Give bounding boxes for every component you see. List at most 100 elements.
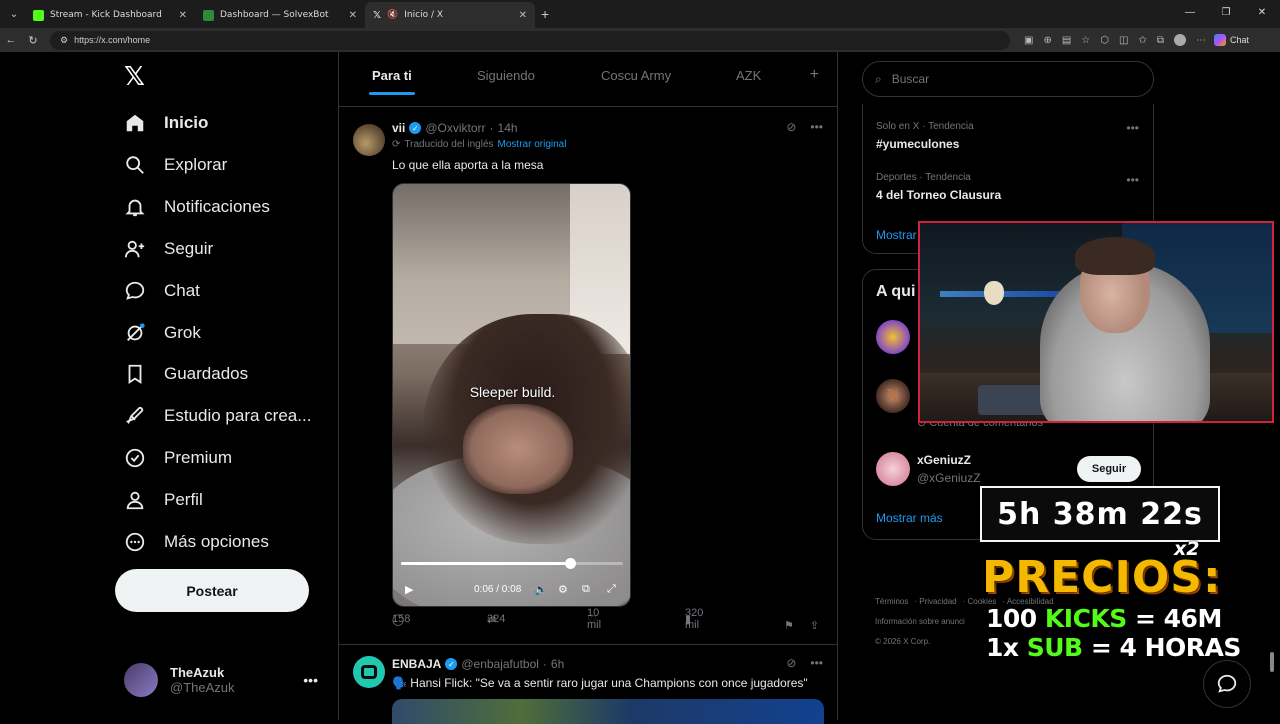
avatar[interactable] (876, 452, 910, 486)
author-avatar[interactable] (353, 656, 385, 688)
minimize-icon[interactable]: — (1172, 0, 1208, 28)
suggestion-name[interactable]: xGeniuzZ (917, 453, 971, 467)
tab-siguiendo[interactable]: Siguiendo (477, 68, 535, 83)
nav-item-guardados[interactable]: Guardados (124, 356, 248, 392)
author-handle[interactable]: @enbajafutbol (461, 657, 539, 671)
account-switcher[interactable]: TheAzuk @TheAzuk ••• (124, 660, 324, 700)
post-button[interactable]: Postear (115, 569, 309, 612)
nav-item-grok[interactable]: Grok (124, 315, 201, 351)
favorites-icon[interactable]: ✩ (1138, 35, 1146, 46)
footer-link[interactable]: Información sobre anunci (875, 617, 965, 626)
translate-icon: ⟳ (392, 139, 401, 150)
settings-more-icon[interactable]: ⋯ (1196, 35, 1206, 46)
trend-item[interactable]: Solo en X · Tendencia #yumeculones (876, 121, 974, 151)
close-tab-icon[interactable]: ✕ (349, 10, 357, 21)
more-icon[interactable]: ••• (810, 120, 823, 134)
split-screen-icon[interactable]: ◫ (1119, 35, 1128, 46)
x-logo-icon[interactable]: 𝕏 (124, 62, 145, 92)
grok-icon[interactable]: ⊘ (786, 120, 796, 134)
video-progress-bar[interactable] (401, 558, 623, 569)
more-icon[interactable]: ••• (1126, 121, 1139, 135)
copilot-chat-button[interactable]: Chat (1213, 34, 1249, 46)
price-highlight: KICKS (1044, 604, 1127, 633)
more-icon[interactable]: ••• (810, 656, 823, 670)
more-icon[interactable]: ••• (303, 672, 318, 688)
solvexbot-favicon-icon (203, 9, 214, 21)
add-tab-icon[interactable]: + (810, 66, 819, 84)
tab-actions-chevron-icon[interactable]: ⌄ (3, 4, 25, 24)
browser-tab-solvexbot[interactable]: Dashboard — SolvexBot ✕ (195, 2, 365, 28)
window-controls: — ❐ ✕ (1172, 0, 1280, 28)
new-tab-icon[interactable]: + (541, 6, 549, 22)
show-more-link[interactable]: Mostrar más (876, 511, 943, 525)
show-original-link[interactable]: Mostrar original (498, 139, 567, 150)
messages-fab[interactable] (1203, 660, 1251, 708)
nav-item-perfil[interactable]: Perfil (124, 482, 203, 518)
muted-speaker-icon[interactable]: 🔇 (387, 10, 398, 20)
scrollbar-thumb[interactable] (1270, 652, 1274, 672)
nav-item-más-opciones[interactable]: Más opciones (124, 524, 269, 560)
nav-item-premium[interactable]: Premium (124, 440, 232, 476)
trend-item[interactable]: Deportes · Tendencia 4 del Torneo Clausu… (876, 172, 1001, 202)
nav-item-explorar[interactable]: Explorar (124, 147, 227, 183)
reload-icon[interactable]: ↻ (22, 34, 44, 47)
fullscreen-icon[interactable]: ⤢ (607, 583, 616, 596)
follow-button[interactable]: Seguir (1077, 456, 1141, 482)
maximize-icon[interactable]: ❐ (1208, 0, 1244, 28)
post-media[interactable] (392, 699, 824, 724)
close-window-icon[interactable]: ✕ (1244, 0, 1280, 28)
copyright: © 2026 X Corp. (875, 637, 931, 646)
video-player[interactable]: Sleeper build. ▶ 0:06 / 0:08 🔈 ⚙ ⧉ ⤢ (392, 183, 631, 607)
page-scrollbar[interactable] (1270, 60, 1274, 672)
settings-icon[interactable]: ⚙ (558, 583, 568, 596)
extension-icon[interactable]: ⬡ (1100, 35, 1109, 46)
zoom-icon[interactable]: ⊕ (1043, 35, 1051, 46)
close-tab-icon[interactable]: ✕ (179, 10, 187, 21)
more-icon[interactable]: ••• (1126, 173, 1139, 187)
tab-para-ti[interactable]: Para ti (369, 68, 415, 95)
tab-title: Dashboard — SolvexBot (220, 10, 329, 20)
footer-link[interactable]: Privacidad (919, 597, 956, 606)
video-scrubber-handle[interactable] (564, 558, 576, 569)
profile-icon (124, 489, 146, 511)
url-field[interactable]: ⚙ https://x.com/home (50, 30, 1010, 50)
post-time[interactable]: 6h (551, 657, 564, 671)
play-icon[interactable]: ▶ (405, 583, 413, 596)
nav-item-estudio-para-crea[interactable]: Estudio para crea... (124, 398, 311, 434)
avatar[interactable] (876, 320, 910, 354)
share-icon[interactable]: ⇪ (810, 619, 819, 632)
author-handle[interactable]: @Oxviktorr (425, 121, 485, 135)
author-name[interactable]: vii (392, 121, 405, 135)
nav-item-notificaciones[interactable]: Notificaciones (124, 189, 270, 225)
author-name[interactable]: ENBAJA (392, 657, 441, 671)
reader-icon[interactable]: ▤ (1062, 35, 1071, 46)
author-avatar[interactable] (353, 124, 385, 156)
nav-item-inicio[interactable]: Inicio (124, 105, 208, 141)
close-tab-icon[interactable]: ✕ (519, 10, 527, 21)
app-icon[interactable]: ▣ (1024, 35, 1033, 46)
favorite-star-icon[interactable]: ☆ (1081, 35, 1090, 46)
search-input[interactable]: ⌕ Buscar (862, 61, 1154, 97)
nav-item-chat[interactable]: Chat (124, 273, 200, 309)
grok-icon[interactable]: ⊘ (786, 656, 796, 670)
search-icon (124, 154, 146, 176)
profile-avatar-icon[interactable] (1173, 34, 1186, 46)
collections-icon[interactable]: ⧉ (1157, 35, 1164, 46)
picture-in-picture-icon[interactable]: ⧉ (582, 583, 590, 596)
more-icon (124, 531, 146, 553)
bookmark-icon[interactable]: ⚑ (784, 619, 794, 632)
tab-azk[interactable]: AZK (736, 68, 761, 83)
browser-tab-x[interactable]: 𝕏 🔇 Inicio / X ✕ (365, 2, 535, 28)
suggestion-handle[interactable]: @xGeniuzZ (917, 471, 981, 485)
avatar[interactable]: 𝕏 (876, 379, 910, 413)
post-time[interactable]: 14h (498, 121, 518, 135)
volume-icon[interactable]: 🔈 (534, 583, 548, 596)
back-icon[interactable]: ← (0, 34, 22, 46)
browser-tab-kick[interactable]: Stream - Kick Dashboard ✕ (25, 2, 195, 28)
site-info-icon[interactable]: ⚙ (60, 35, 68, 46)
nav-item-seguir[interactable]: Seguir (124, 231, 213, 267)
account-name: TheAzuk (170, 665, 225, 680)
chat-bubble-icon (1217, 674, 1237, 693)
footer-link[interactable]: Términos (875, 597, 908, 606)
tab-coscu-army[interactable]: Coscu Army (601, 68, 671, 83)
